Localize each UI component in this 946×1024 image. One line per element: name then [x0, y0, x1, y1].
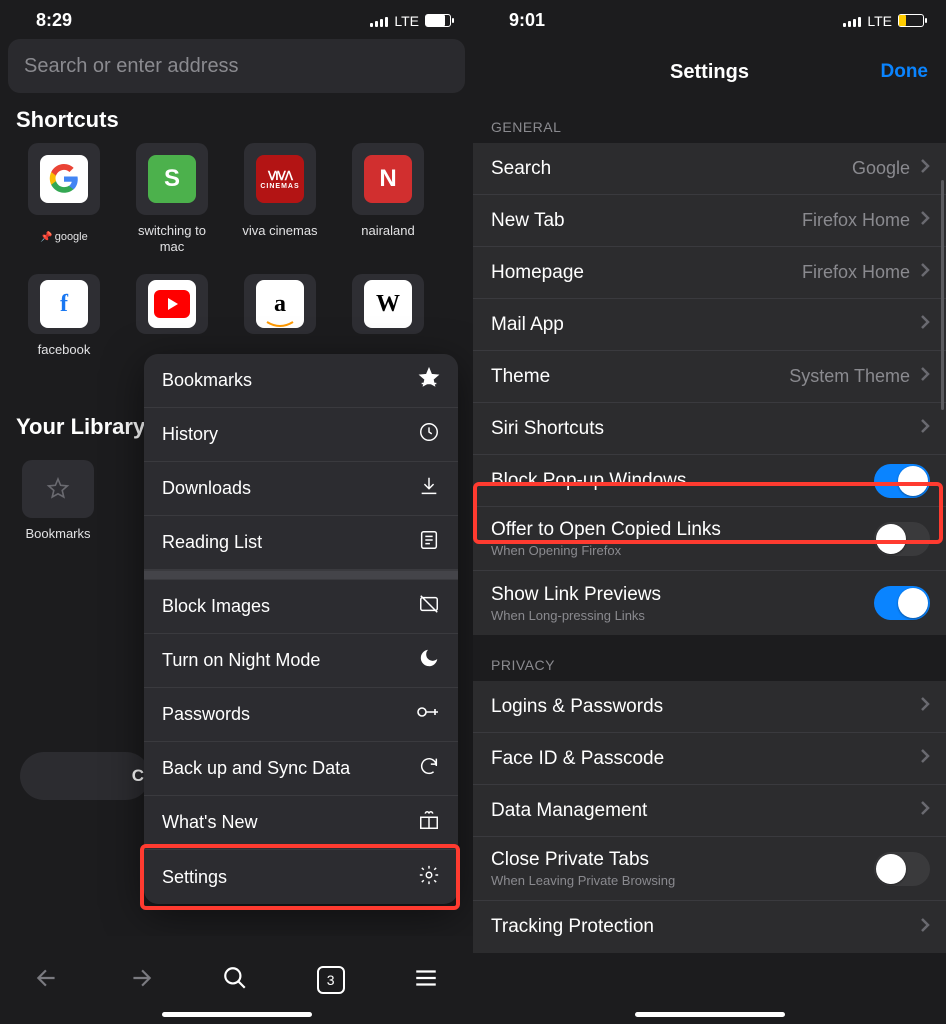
chevron-right-icon: [920, 262, 930, 283]
shortcuts-row-1: google S switching to mac ᐯIᐯᐱCINEMAS vi…: [0, 143, 473, 254]
shortcut-nairaland[interactable]: N nairaland: [346, 143, 430, 254]
row-siri[interactable]: Siri Shortcuts: [473, 403, 946, 455]
chevron-right-icon: [920, 748, 930, 769]
time-right: 9:01: [509, 10, 545, 31]
menu-night-mode[interactable]: Turn on Night Mode: [144, 634, 458, 688]
home-indicator: [635, 1012, 785, 1017]
menu-separator: [144, 570, 458, 580]
settings-header: Settings Done: [473, 47, 946, 97]
tabs-button[interactable]: 3: [317, 966, 345, 994]
status-bar-left: 8:29 LTE: [0, 0, 473, 39]
shortcut-google[interactable]: google: [22, 143, 106, 254]
network-label: LTE: [394, 13, 419, 29]
menu-whats-new[interactable]: What's New: [144, 796, 458, 850]
library-bookmarks[interactable]: Bookmarks: [22, 460, 94, 541]
row-search[interactable]: SearchGoogle: [473, 143, 946, 195]
star-icon: [46, 477, 70, 501]
menu-sync[interactable]: Back up and Sync Data: [144, 742, 458, 796]
time-left: 8:29: [36, 10, 72, 31]
network-label: LTE: [867, 13, 892, 29]
menu-button[interactable]: [413, 965, 439, 996]
highlight-block-popup: [473, 482, 943, 544]
row-close-private[interactable]: Close Private TabsWhen Leaving Private B…: [473, 837, 946, 901]
gift-icon: [418, 809, 440, 836]
left-phone: 8:29 LTE Search or enter address Shortcu…: [0, 0, 473, 1024]
row-data-mgmt[interactable]: Data Management: [473, 785, 946, 837]
forward-button[interactable]: [128, 965, 154, 996]
chevron-right-icon: [920, 158, 930, 179]
shortcut-viva[interactable]: ᐯIᐯᐱCINEMAS viva cinemas: [238, 143, 322, 254]
done-button[interactable]: Done: [881, 61, 929, 83]
privacy-list: Logins & Passwords Face ID & Passcode Da…: [473, 681, 946, 953]
highlight-settings: [140, 844, 460, 910]
key-icon: [416, 701, 440, 728]
general-header: GENERAL: [473, 97, 946, 143]
book-icon: [418, 529, 440, 556]
clock-icon: [418, 421, 440, 448]
menu-block-images[interactable]: Block Images: [144, 580, 458, 634]
partial-pill[interactable]: C: [20, 752, 150, 800]
back-button[interactable]: [34, 965, 60, 996]
right-phone: 9:01 LTE Settings Done GENERAL SearchGoo…: [473, 0, 946, 1024]
no-image-icon: [418, 593, 440, 620]
toggle-link-previews[interactable]: [874, 586, 930, 620]
row-link-previews[interactable]: Show Link PreviewsWhen Long-pressing Lin…: [473, 571, 946, 635]
battery-icon: [425, 14, 451, 27]
menu-history[interactable]: History: [144, 408, 458, 462]
row-faceid[interactable]: Face ID & Passcode: [473, 733, 946, 785]
shortcut-facebook[interactable]: f facebook: [22, 274, 106, 372]
chevron-right-icon: [920, 418, 930, 439]
signal-icon: [843, 15, 861, 27]
moon-icon: [418, 647, 440, 674]
search-input[interactable]: Search or enter address: [8, 39, 465, 93]
chevron-right-icon: [920, 800, 930, 821]
row-tracking[interactable]: Tracking Protection: [473, 901, 946, 953]
chevron-right-icon: [920, 314, 930, 335]
shortcut-switching[interactable]: S switching to mac: [130, 143, 214, 254]
star-icon: [418, 367, 440, 394]
download-icon: [418, 475, 440, 502]
chevron-right-icon: [920, 696, 930, 717]
privacy-header: PRIVACY: [473, 635, 946, 681]
home-indicator: [162, 1012, 312, 1017]
context-menu: Bookmarks History Downloads Reading List…: [144, 354, 458, 904]
menu-passwords[interactable]: Passwords: [144, 688, 458, 742]
row-mailapp[interactable]: Mail App: [473, 299, 946, 351]
shortcuts-title: Shortcuts: [0, 105, 473, 143]
row-homepage[interactable]: HomepageFirefox Home: [473, 247, 946, 299]
menu-reading-list[interactable]: Reading List: [144, 516, 458, 570]
toggle-close-private[interactable]: [874, 852, 930, 886]
bottom-toolbar: 3: [0, 936, 473, 1024]
row-newtab[interactable]: New TabFirefox Home: [473, 195, 946, 247]
status-bar-right: 9:01 LTE: [473, 0, 946, 39]
scrollbar[interactable]: [941, 180, 944, 410]
general-list: SearchGoogle New TabFirefox Home Homepag…: [473, 143, 946, 635]
row-logins[interactable]: Logins & Passwords: [473, 681, 946, 733]
menu-bookmarks[interactable]: Bookmarks: [144, 354, 458, 408]
chevron-right-icon: [920, 366, 930, 387]
settings-title: Settings: [670, 61, 749, 84]
chevron-right-icon: [920, 210, 930, 231]
row-theme[interactable]: ThemeSystem Theme: [473, 351, 946, 403]
search-button[interactable]: [222, 965, 248, 996]
signal-icon: [370, 15, 388, 27]
chevron-right-icon: [920, 917, 930, 938]
sync-icon: [418, 755, 440, 782]
battery-icon: [898, 14, 924, 27]
menu-downloads[interactable]: Downloads: [144, 462, 458, 516]
